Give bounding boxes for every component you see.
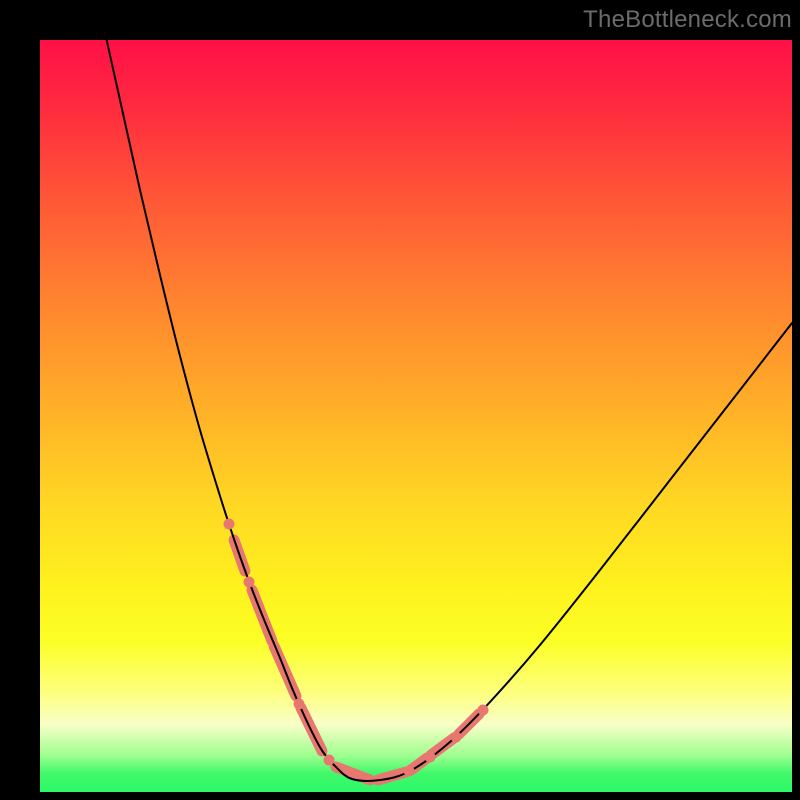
- watermark-text: TheBottleneck.com: [583, 6, 792, 34]
- marker-layer: [234, 540, 479, 780]
- plot-area: [40, 40, 792, 792]
- highlight-dot: [451, 732, 462, 743]
- highlight-dot: [478, 705, 489, 716]
- highlight-segment: [336, 767, 370, 780]
- outer-frame: TheBottleneck.com: [0, 0, 800, 800]
- bottleneck-curve: [100, 40, 792, 781]
- highlight-dot: [294, 699, 305, 710]
- highlight-dot: [324, 755, 335, 766]
- highlight-dot: [244, 577, 255, 588]
- highlight-dot: [425, 752, 436, 763]
- bottleneck-chart: [40, 40, 792, 792]
- highlight-dot: [224, 519, 235, 530]
- highlight-dot: [404, 766, 415, 777]
